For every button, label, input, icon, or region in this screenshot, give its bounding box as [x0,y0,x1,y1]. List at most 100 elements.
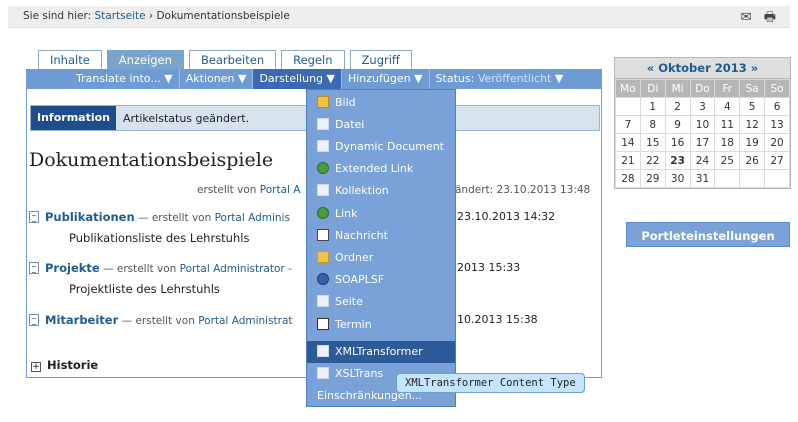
tab-zugriff[interactable]: Zugriff [349,50,412,69]
calendar-empty-cell [714,169,741,188]
entry-author-link[interactable]: Portal Administrat [198,315,292,327]
entry-meta-prefix: — erstellt von [134,212,215,224]
hinzufuegen-menu[interactable]: Hinzufügen ▼ [340,69,429,89]
historie-toggle[interactable]: + Historie [31,358,98,372]
calendar-day: 1 [639,97,666,116]
weekday: So [764,79,790,98]
status-menu[interactable]: Status: Veröffentlicht ▼ [428,69,570,89]
calendar-day: 30 [664,169,691,188]
menu-item-termin[interactable]: Termin [307,314,455,336]
menu-item-xmltransformer[interactable]: XMLTransformer [307,341,455,363]
list-item: Publikationen — erstellt von Portal Admi… [29,210,290,224]
calendar-week: 14 15 16 17 18 19 20 [615,133,790,152]
status-value: Veröffentlicht [477,72,552,85]
menu-item-label: Bild [335,96,356,109]
menu-item-extended-link[interactable]: Extended Link [307,158,455,180]
translate-menu[interactable]: Translate into... ▼ [70,69,179,89]
calendar-day: 20 [764,133,790,152]
entry-author-link[interactable]: Portal Administrator - [180,263,292,275]
expand-icon: + [31,362,41,372]
calendar-next-link[interactable]: » [751,61,758,75]
collection-icon [317,184,329,196]
entry-description: Publikationsliste des Lehrstuhls [69,231,250,245]
page-title: Dokumentationsbeispiele [29,149,274,171]
calendar-day: 11 [714,115,741,134]
weekday: Mo [615,79,641,98]
calendar-day: 23 [664,151,691,170]
calendar-day: 3 [689,97,716,116]
portlet-settings-button[interactable]: Portleteinstellungen [626,222,790,247]
content-tabs: Inhalte Anzeigen Bearbeiten Regeln Zugri… [38,50,417,69]
mail-icon[interactable]: ✉ [741,10,752,25]
menu-item-dynamic-document[interactable]: Dynamic Document [307,136,455,158]
entry-description: Projektliste des Lehrstuhls [69,282,220,296]
calendar-header: « Oktober 2013 » [615,58,790,79]
folder-icon [317,251,329,263]
byline-prefix: erstellt von [197,184,257,196]
entry-meta-prefix: — erstellt von [118,315,199,327]
menu-item-nachricht[interactable]: Nachricht [307,225,455,247]
breadcrumb-current: Dokumentationsbeispiele [156,10,290,22]
entry-author-link[interactable]: Portal Adminis [215,212,290,224]
entry-title-link[interactable]: Publikationen [45,210,135,224]
menu-item-label: Termin [335,318,372,331]
tab-inhalte[interactable]: Inhalte [38,50,102,69]
calendar-prev-link[interactable]: « [647,61,654,75]
menu-item-label: Extended Link [335,162,414,175]
document-icon [29,314,39,326]
weekday: Di [639,79,666,98]
tab-regeln[interactable]: Regeln [281,50,345,69]
entry-date: 23.10.2013 14:32 [457,210,556,223]
document-byline: erstellt von Portal A [197,184,300,196]
darstellung-dropdown: Bild Datei Dynamic Document Extended Lin… [306,89,456,407]
content-action-bar: Translate into... ▼ Aktionen ▼ Darstellung… [26,69,602,89]
calendar-day: 18 [714,133,741,152]
entry-meta-prefix: — erstellt von [99,263,180,275]
status-label: Status: [435,72,475,85]
info-text: Artikelstatus geändert. [123,112,250,125]
menu-item-label: Dynamic Document [335,140,444,153]
tooltip: XMLTransformer Content Type [396,373,585,393]
calendar-day: 2 [664,97,691,116]
calendar-week: 123456 [615,97,790,116]
info-label: Information [31,106,116,130]
menu-item-bild[interactable]: Bild [307,92,455,114]
aktionen-menu[interactable]: Aktionen ▼ [178,69,253,89]
tab-anzeigen[interactable]: Anzeigen [106,50,184,69]
calendar-weekdays: Mo Di Mi Do Fr Sa So [615,79,790,98]
breadcrumb-home-link[interactable]: Startseite [94,10,145,22]
calendar-day: 19 [739,133,766,152]
byline-author-link[interactable]: Portal A [260,184,301,196]
menu-item-label: Link [335,207,358,220]
image-icon [317,96,329,108]
menu-item-soaplsf[interactable]: SOAPLSF [307,269,455,291]
breadcrumb-prefix: Sie sind hier: [23,10,92,22]
tab-bearbeiten[interactable]: Bearbeiten [188,50,277,69]
file-icon [317,118,329,130]
menu-item-ordner[interactable]: Ordner [307,247,455,269]
entry-title-link[interactable]: Mitarbeiter [45,313,118,327]
calendar-day: 25 [714,151,741,170]
entry-title-link[interactable]: Projekte [45,261,100,275]
menu-item-datei[interactable]: Datei [307,114,455,136]
calendar-day: 14 [615,133,641,152]
calendar-day: 7 [615,115,641,134]
entry-meta: — erstellt von Portal Administrat [118,315,293,327]
darstellung-menu[interactable]: Darstellung ▼ [252,69,341,89]
calendar-day: 22 [639,151,666,170]
menu-item-label: Datei [335,118,365,131]
status-arrow: ▼ [554,72,564,85]
calendar-day: 13 [764,115,790,134]
weekday: Do [689,79,716,98]
calendar-day: 9 [664,115,691,134]
page-icon [317,345,329,357]
menu-item-seite[interactable]: Seite [307,291,455,313]
calendar-day: 31 [689,169,716,188]
menu-item-kollektion[interactable]: Kollektion [307,180,455,202]
document-icon [29,211,39,223]
print-icon[interactable]: 🖶 [764,10,776,25]
menu-item-label: Kollektion [335,184,389,197]
menu-item-link[interactable]: Link [307,203,455,225]
calendar-day: 26 [739,151,766,170]
calendar-day: 10 [689,115,716,134]
